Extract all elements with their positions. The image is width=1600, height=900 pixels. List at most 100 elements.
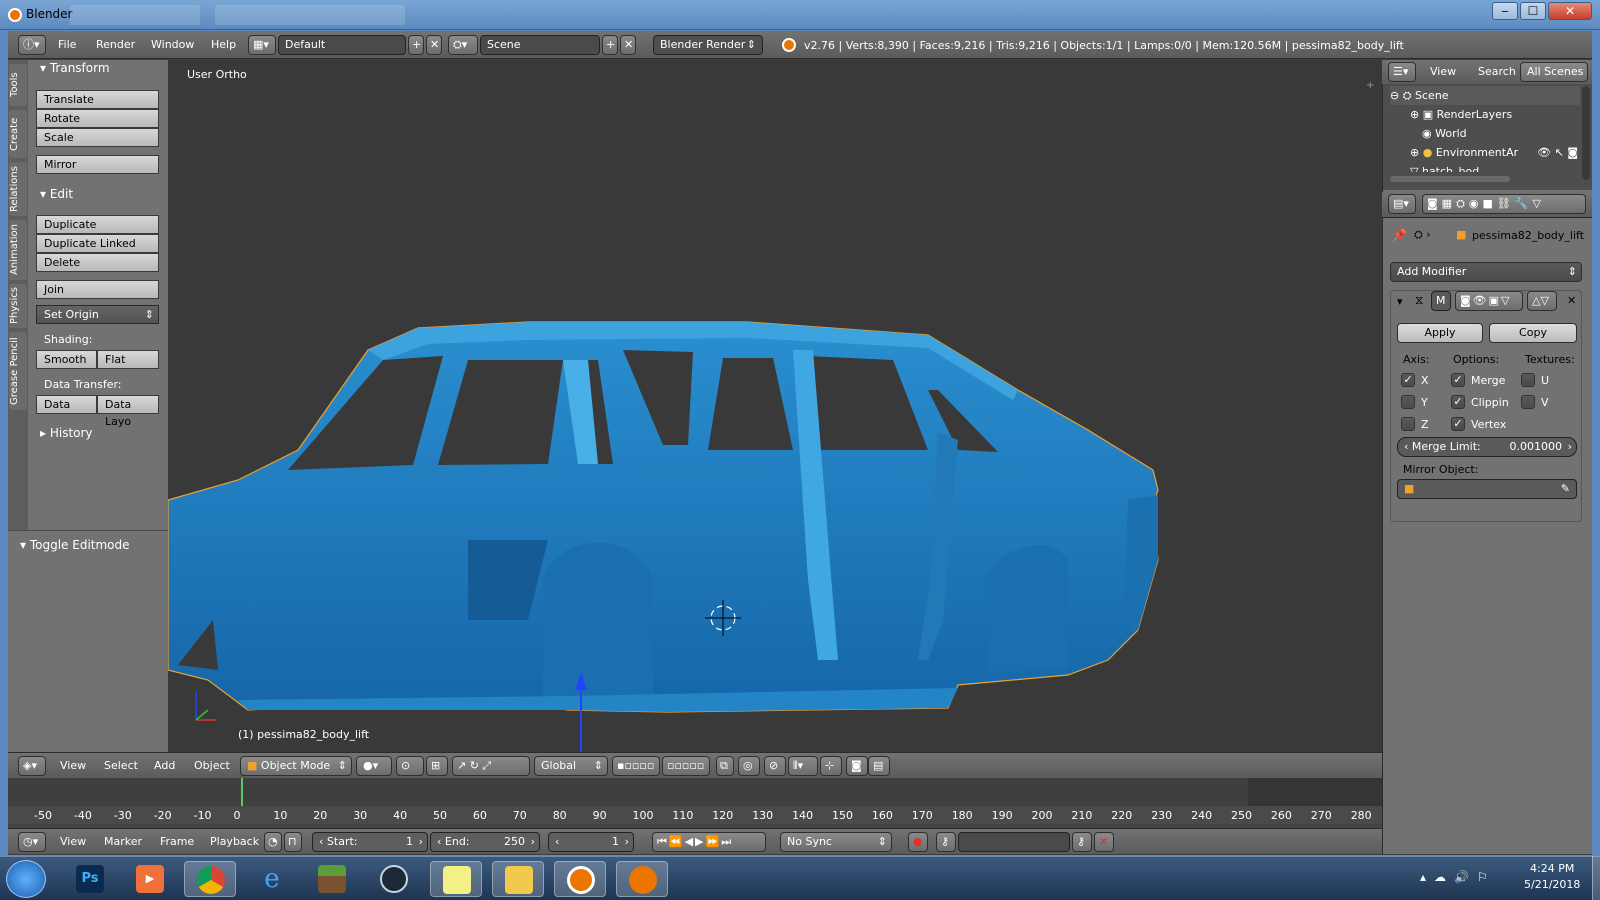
preview-range-button[interactable]: ◔: [264, 832, 282, 852]
axis-y-checkbox[interactable]: [1401, 395, 1415, 409]
sync-mode-dropdown[interactable]: No Sync ⇕: [780, 832, 892, 852]
scale-button[interactable]: Scale: [36, 128, 159, 147]
delete-keyframe-button[interactable]: ✕: [1094, 832, 1114, 852]
outliner-row-hatch[interactable]: ▽ hatch_bod: [1390, 162, 1580, 172]
menu-view[interactable]: View: [60, 835, 86, 848]
move-modifier-buttons[interactable]: △▽: [1527, 291, 1557, 311]
scene-field[interactable]: Scene: [480, 35, 600, 55]
timeline-track[interactable]: [8, 778, 1248, 808]
render-engine-dropdown[interactable]: Blender Render ⇕: [653, 35, 763, 55]
manipulator-toggle[interactable]: ⊞: [426, 756, 448, 776]
proportional-edit-button[interactable]: ◎: [738, 756, 760, 776]
remove-scene-button[interactable]: ✕: [620, 35, 636, 55]
tab-physics[interactable]: Physics: [9, 284, 27, 328]
remove-modifier-icon[interactable]: ✕: [1567, 294, 1576, 307]
close-button[interactable]: ✕: [1548, 2, 1592, 20]
add-scene-button[interactable]: +: [602, 35, 618, 55]
modifier-visibility-toggles[interactable]: ◙👁▣▽: [1455, 291, 1523, 311]
merge-limit-field[interactable]: ‹ Merge Limit: 0.001000 ›: [1397, 437, 1577, 457]
pivot-point-dropdown[interactable]: ⊙: [396, 756, 424, 776]
add-modifier-dropdown[interactable]: Add Modifier ⇕: [1390, 262, 1582, 282]
tab-grease-pencil[interactable]: Grease Pencil: [9, 332, 27, 410]
3d-viewport[interactable]: User Ortho (1) pessima82_body_lift +: [168, 60, 1382, 752]
outliner-menu-view[interactable]: View: [1430, 65, 1456, 78]
vertex-groups-checkbox[interactable]: ✓: [1451, 417, 1465, 431]
menu-render[interactable]: Render: [96, 38, 135, 51]
add-layout-button[interactable]: +: [408, 35, 424, 55]
auto-keying-button[interactable]: ●: [908, 832, 928, 852]
active-keying-set-field[interactable]: [958, 832, 1070, 852]
outliner-row-environment[interactable]: ⊕ ● EnvironmentAr 👁 ↖ ◙: [1390, 143, 1580, 162]
taskbar-chrome[interactable]: [184, 861, 236, 897]
data-layout-button[interactable]: Data Layo: [97, 395, 159, 428]
menu-frame[interactable]: Frame: [160, 835, 194, 848]
rotate-button[interactable]: Rotate: [36, 109, 159, 128]
timeline-scale[interactable]: [8, 806, 1382, 824]
smooth-button[interactable]: Smooth: [36, 350, 97, 369]
outliner-h-scrollbar[interactable]: [1390, 176, 1510, 182]
taskbar-notepad[interactable]: [430, 861, 482, 897]
merge-checkbox[interactable]: ✓: [1451, 373, 1465, 387]
display-mode-dropdown[interactable]: All Scenes: [1520, 62, 1588, 82]
viewport-corner-plus-icon[interactable]: +: [1366, 80, 1374, 91]
lock-range-button[interactable]: ⊓: [284, 832, 302, 852]
scene-selector-button[interactable]: ⛭▾: [448, 35, 478, 55]
menu-view[interactable]: View: [60, 759, 86, 772]
current-frame-indicator[interactable]: [241, 778, 243, 808]
outliner-row-scene[interactable]: ⊖ ⛭ Scene: [1390, 86, 1580, 105]
axis-z-checkbox[interactable]: [1401, 417, 1415, 431]
mirror-button[interactable]: Mirror: [36, 155, 159, 174]
windows-start-icon[interactable]: [6, 860, 46, 898]
system-tray-icons[interactable]: ▴☁🔊⚐: [1420, 870, 1496, 884]
start-frame-field[interactable]: ‹ Start: 1 ›: [312, 832, 428, 852]
texture-v-checkbox[interactable]: [1521, 395, 1535, 409]
current-frame-field[interactable]: ‹ 1 ›: [548, 832, 634, 852]
axis-x-checkbox[interactable]: ✓: [1401, 373, 1415, 387]
taskbar-file-explorer[interactable]: [492, 861, 544, 897]
screen-layout-button[interactable]: ▦▾: [248, 35, 276, 55]
snap-toggle[interactable]: ⊘: [764, 756, 786, 776]
menu-select[interactable]: Select: [104, 759, 138, 772]
keying-set-button[interactable]: ⚷: [936, 832, 956, 852]
tab-create[interactable]: Create: [9, 110, 27, 158]
modifier-name-field[interactable]: M: [1431, 291, 1451, 311]
edit-panel-header[interactable]: ▾ Edit: [40, 187, 73, 201]
taskbar-blender-alt[interactable]: [616, 861, 668, 897]
menu-add[interactable]: Add: [154, 759, 175, 772]
manipulator-types[interactable]: ↗ ↻ ⤢: [452, 756, 530, 776]
end-frame-field[interactable]: ‹ End: 250 ›: [430, 832, 540, 852]
duplicate-linked-button[interactable]: Duplicate Linked: [36, 234, 159, 253]
maximize-button[interactable]: ☐: [1520, 2, 1546, 20]
editor-type-button[interactable]: ☰▾: [1388, 62, 1416, 82]
show-desktop-button[interactable]: [1592, 856, 1600, 900]
taskbar-media-player[interactable]: ▶: [124, 861, 176, 897]
taskbar-blender[interactable]: [554, 861, 606, 897]
menu-marker[interactable]: Marker: [104, 835, 142, 848]
minimize-button[interactable]: ‒: [1492, 2, 1518, 20]
duplicate-button[interactable]: Duplicate: [36, 215, 159, 234]
delete-button[interactable]: Delete: [36, 253, 159, 272]
texture-u-checkbox[interactable]: [1521, 373, 1535, 387]
menu-playback[interactable]: Playback: [210, 835, 259, 848]
copy-button[interactable]: Copy: [1489, 323, 1577, 343]
taskbar-clock[interactable]: 4:24 PM 5/21/2018: [1524, 861, 1580, 893]
menu-object[interactable]: Object: [194, 759, 230, 772]
layers-row-1[interactable]: ▪▫▫▫▫: [612, 756, 660, 776]
playback-controls[interactable]: ⏮⏪◀▶⏩⏭: [652, 832, 766, 852]
menu-window[interactable]: Window: [151, 38, 194, 51]
editor-type-button[interactable]: ◷▾: [18, 832, 46, 852]
apply-button[interactable]: Apply: [1397, 323, 1483, 343]
outliner-row-world[interactable]: ◉ World: [1390, 124, 1580, 143]
property-context-tabs[interactable]: ◙▦⛭◉■⛓🔧▽: [1422, 194, 1586, 214]
outliner-row-renderlayers[interactable]: ⊕ ▣ RenderLayers: [1390, 105, 1580, 124]
eyedropper-icon[interactable]: ✎: [1561, 480, 1570, 498]
transform-panel-header[interactable]: ▾ Transform: [40, 61, 110, 75]
taskbar-photoshop[interactable]: Ps: [64, 861, 116, 897]
outliner-scrollbar[interactable]: [1582, 86, 1590, 180]
pin-icon[interactable]: 📌: [1392, 228, 1407, 242]
screen-layout-field[interactable]: Default: [278, 35, 406, 55]
layers-row-2[interactable]: ▫▫▫▫▫: [662, 756, 710, 776]
lock-camera-layers-button[interactable]: ⧉: [716, 756, 734, 776]
tab-tools[interactable]: Tools: [9, 64, 27, 106]
clipping-checkbox[interactable]: ✓: [1451, 395, 1465, 409]
